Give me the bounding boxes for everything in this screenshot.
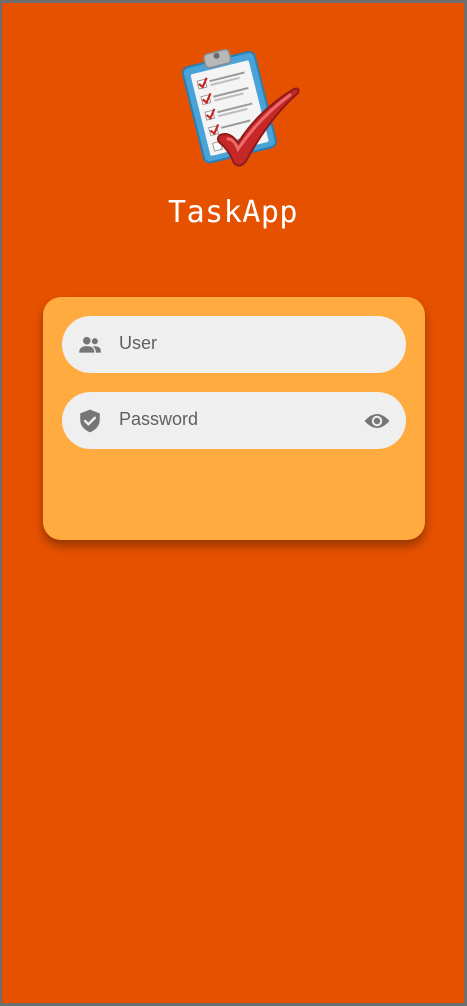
user-placeholder: User	[119, 333, 158, 353]
people-icon	[79, 336, 101, 353]
password-placeholder: Password	[119, 409, 199, 429]
clipboard-checklist-logo	[181, 48, 300, 167]
user-field[interactable]: User	[62, 316, 406, 373]
password-field[interactable]: Password	[62, 392, 406, 449]
shield-check-icon	[80, 409, 100, 433]
login-screen: TaskApp User Password	[2, 3, 464, 1003]
app-title: TaskApp	[168, 195, 298, 230]
login-card: User Password	[43, 297, 425, 540]
eye-icon[interactable]	[363, 408, 391, 434]
